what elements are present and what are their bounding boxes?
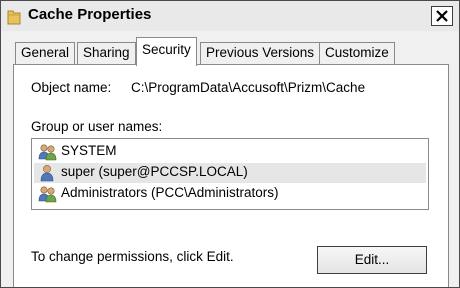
tab-general[interactable]: General	[15, 42, 76, 64]
tab-sharing[interactable]: Sharing	[77, 42, 136, 64]
user-name: super (super@PCCSP.LOCAL)	[61, 164, 248, 179]
user-icon	[38, 164, 58, 182]
permissions-hint: To change permissions, click Edit.	[31, 249, 234, 264]
user-group-icon	[38, 185, 58, 203]
close-button[interactable]	[431, 6, 453, 26]
user-name: SYSTEM	[61, 143, 117, 158]
close-icon	[436, 10, 448, 22]
title-bar[interactable]: Cache Properties	[1, 1, 459, 31]
security-panel: Object name: C:\ProgramData\Accusoft\Pri…	[13, 64, 449, 287]
list-item-super[interactable]: super (super@PCCSP.LOCAL)	[34, 163, 426, 183]
tab-strip: General Sharing Security Previous Versio…	[1, 31, 459, 66]
user-group-icon	[38, 143, 58, 161]
group-or-user-names-label: Group or user names:	[31, 119, 163, 134]
window-title: Cache Properties	[28, 6, 152, 23]
object-name-value: C:\ProgramData\Accusoft\Prizm\Cache	[131, 80, 366, 95]
user-list[interactable]: SYSTEM super (super@PCCSP.LOCAL) Adminis…	[31, 138, 429, 210]
properties-dialog: Cache Properties General Sharing Securit…	[0, 0, 460, 288]
edit-button[interactable]: Edit...	[317, 246, 427, 274]
list-item-administrators[interactable]: Administrators (PCC\Administrators)	[34, 184, 426, 204]
object-name-label: Object name:	[31, 80, 112, 95]
tab-previous-versions[interactable]: Previous Versions	[200, 42, 321, 64]
user-name: Administrators (PCC\Administrators)	[61, 185, 279, 200]
list-item-system[interactable]: SYSTEM	[34, 142, 426, 162]
tab-customize[interactable]: Customize	[319, 42, 395, 64]
tab-security[interactable]: Security	[136, 37, 197, 66]
folder-icon	[7, 8, 21, 25]
